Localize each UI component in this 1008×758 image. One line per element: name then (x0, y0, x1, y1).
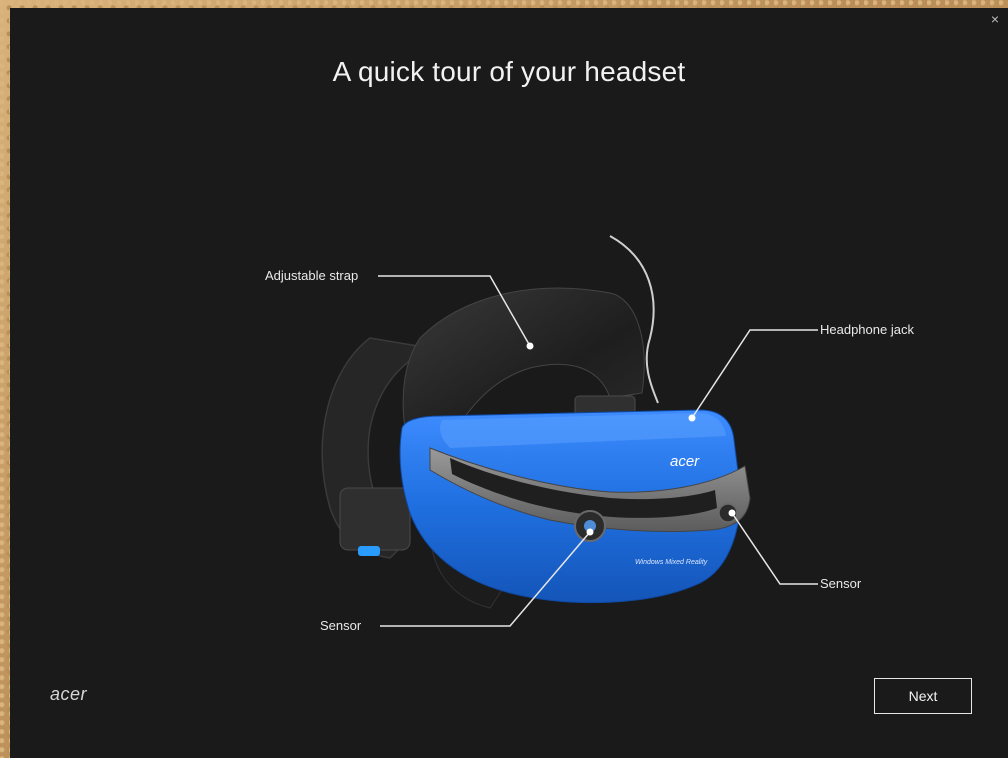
visor-brand-label: acer (670, 453, 700, 470)
next-button[interactable]: Next (874, 678, 972, 714)
setup-window: × A quick tour of your headset acer Wind… (10, 8, 1008, 758)
callout-sensor-left: Sensor (320, 618, 362, 633)
callout-sensor-right: Sensor (820, 576, 862, 591)
visor-model-label: Windows Mixed Reality (635, 559, 708, 566)
acer-logo: acer (50, 684, 88, 704)
adjustment-knob (339, 487, 411, 551)
callout-line-headphone (691, 329, 818, 419)
callout-adjustable-strap: Adjustable strap (265, 268, 359, 283)
callout-headphone-jack: Headphone jack (820, 322, 914, 337)
callout-line-sensor-right (731, 512, 818, 585)
headset-illustration: acer Windows Mixed Reality (321, 235, 818, 627)
